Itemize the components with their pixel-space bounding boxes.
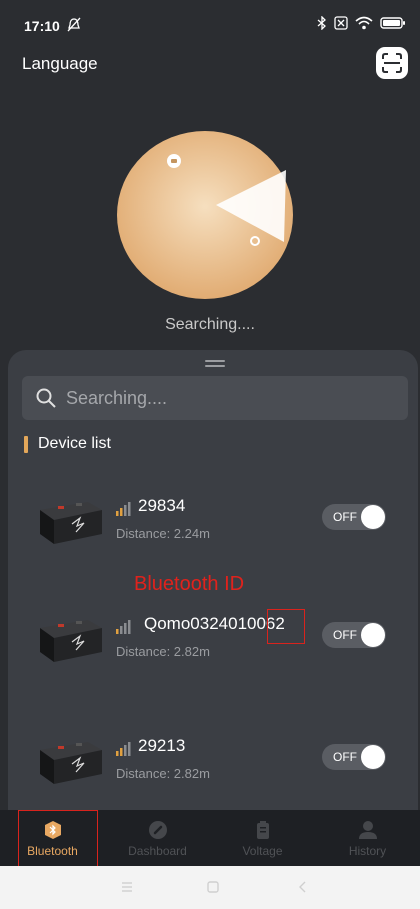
signal-strength-icon: [116, 502, 131, 516]
device-item[interactable]: Qomo0324010062 Distance: 2.82m OFF: [8, 614, 418, 694]
signal-strength-icon: [116, 742, 131, 756]
bluetooth-tab-highlight: [18, 810, 98, 867]
tab-dashboard[interactable]: Dashboard: [105, 810, 210, 866]
device-list-title: Device list: [24, 434, 111, 454]
mute-icon: [67, 17, 81, 32]
scan-icon: [382, 53, 402, 73]
connect-toggle[interactable]: OFF: [322, 504, 386, 530]
language-button[interactable]: Language: [22, 54, 98, 74]
wifi-icon: [355, 16, 373, 30]
back-icon[interactable]: [296, 880, 310, 894]
battery-pack-image: [40, 620, 102, 662]
section-accent-bar: [24, 435, 28, 453]
device-distance: Distance: 2.82m: [116, 644, 210, 659]
device-name: 29834: [138, 496, 186, 515]
device-list-label: Device list: [38, 435, 111, 452]
search-icon: [36, 388, 56, 408]
home-icon[interactable]: [206, 880, 220, 894]
device-item[interactable]: 29213 Distance: 2.82m OFF: [8, 736, 418, 816]
device-distance: Distance: 2.82m: [116, 766, 210, 781]
user-icon: [358, 821, 377, 839]
sim-icon: [334, 16, 348, 30]
connect-toggle[interactable]: OFF: [322, 744, 386, 770]
device-item[interactable]: 29834 Distance: 2.24m OFF: [8, 496, 418, 576]
toggle-knob: [361, 745, 385, 769]
battery-icon: [380, 17, 405, 29]
connect-toggle[interactable]: OFF: [322, 622, 386, 648]
device-distance: Distance: 2.24m: [116, 526, 210, 541]
dashboard-icon: [148, 821, 167, 839]
toggle-knob: [361, 623, 385, 647]
system-nav-bar: [0, 866, 420, 909]
bluetooth-id-annotation: Bluetooth ID: [134, 573, 245, 595]
scan-button[interactable]: [376, 47, 408, 79]
toggle-label: OFF: [333, 750, 357, 764]
tab-history[interactable]: History: [315, 810, 420, 866]
bluetooth-icon: [317, 16, 326, 30]
battery-pack-image: [40, 742, 102, 784]
toggle-label: OFF: [333, 510, 357, 524]
search-status-text: Searching....: [165, 316, 255, 333]
device-name: 29213: [138, 736, 186, 755]
signal-strength-icon: [116, 620, 131, 634]
radar-scanner: [117, 131, 293, 299]
search-box: [22, 376, 408, 420]
toggle-knob: [361, 505, 385, 529]
tab-label: Voltage: [242, 844, 283, 858]
device-name: Qomo0324010062: [144, 614, 285, 633]
tab-voltage[interactable]: Voltage: [210, 810, 315, 866]
app-screen: 17:10 Language Searching.... Searching..…: [0, 0, 420, 909]
bluetooth-id-highlight: [267, 609, 305, 644]
bottom-tab-bar: Bluetooth Dashboard Voltage History: [0, 810, 420, 867]
battery-tab-icon: [256, 821, 269, 839]
search-input[interactable]: [66, 376, 396, 420]
menu-icon[interactable]: [120, 880, 134, 894]
sheet-handle[interactable]: [205, 360, 225, 368]
status-time: 17:10: [24, 18, 60, 34]
tab-label: History: [348, 844, 387, 858]
status-icons: [317, 16, 406, 30]
device-sheet: Device list 29834 Distance: 2.24m OFF: [8, 350, 418, 810]
tab-label: Dashboard: [128, 844, 187, 858]
battery-pack-image: [40, 502, 102, 544]
toggle-label: OFF: [333, 628, 357, 642]
status-bar: 17:10: [0, 0, 420, 44]
